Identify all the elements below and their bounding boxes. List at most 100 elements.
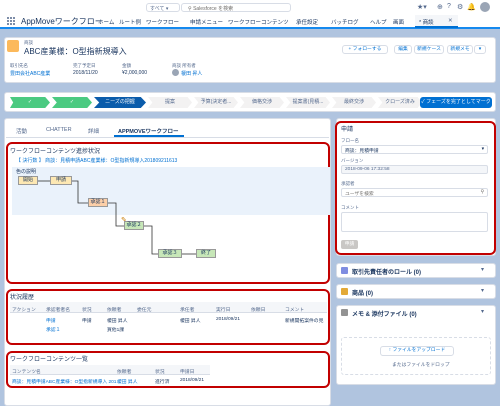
version-label: バージョン bbox=[341, 158, 364, 163]
workflow-status-title: ワークフローコンテンツ進捗状況 bbox=[10, 149, 101, 155]
nav-item-workflow-contents[interactable]: ワークフローコンテンツ bbox=[228, 18, 289, 26]
workflow-node-request[interactable]: 申請 bbox=[50, 176, 72, 185]
history-col-executed-date: 実行日 bbox=[216, 308, 231, 313]
nav-item-route[interactable]: ルート例 bbox=[119, 18, 141, 26]
nav-item-request-menu[interactable]: 申請メニュー bbox=[190, 18, 223, 26]
approver-search-input[interactable]: ユーザを検索 ⚲ bbox=[341, 188, 488, 197]
edit-button[interactable]: 編集 bbox=[394, 45, 412, 54]
contact-roles-menu-icon[interactable]: ▾ bbox=[481, 266, 484, 273]
contents-col-request-date: 申請日 bbox=[180, 370, 195, 375]
search-scope-select[interactable]: すべて ▾ bbox=[146, 3, 180, 12]
workflow-node-approval-1[interactable]: 承認１ bbox=[88, 198, 108, 207]
mark-stage-complete-button[interactable]: ✓ フェーズを完了としてマーク bbox=[420, 97, 492, 108]
history-col-request-date: 依頼日 bbox=[251, 308, 266, 313]
tab-appmove-workflow[interactable]: APPMOVEワークフロー bbox=[118, 127, 179, 135]
nav-tab-opportunity-label: * 商談 bbox=[419, 20, 434, 26]
path-step-complete-2[interactable]: ✓ bbox=[52, 97, 92, 108]
history-row1-comment: 新規開拓案件の見 bbox=[285, 319, 324, 324]
notes-attachments-title[interactable]: メモ & 添付ファイル (0) bbox=[352, 309, 417, 318]
app-name: AppMoveワークフロー bbox=[21, 17, 103, 26]
history-row1-approver[interactable]: 申請 bbox=[46, 317, 56, 324]
upload-files-button[interactable]: ↑ ファイルをアップロード bbox=[380, 346, 454, 356]
more-actions-button[interactable]: ▾ bbox=[474, 45, 486, 54]
application-title: 申請 bbox=[341, 127, 354, 133]
user-avatar[interactable] bbox=[480, 2, 490, 12]
global-search-input[interactable]: ⚲ Salesforce を検索 bbox=[181, 3, 291, 12]
path-step-final[interactable]: 最終交渉 bbox=[332, 97, 376, 108]
contents-col-status: 状況 bbox=[155, 370, 165, 375]
contact-roles-title[interactable]: 取引先責任者のロール (0) bbox=[352, 267, 421, 276]
opportunity-icon bbox=[7, 40, 19, 52]
nav-item-home[interactable]: ホーム bbox=[98, 18, 114, 26]
tab-chatter[interactable]: CHATTER bbox=[46, 127, 72, 133]
products-menu-icon[interactable]: ▾ bbox=[481, 287, 484, 294]
workflow-node-end: 終了 bbox=[196, 249, 216, 258]
approver-label: 承認者 bbox=[341, 181, 355, 186]
history-row1-delegate: 榎田 昇人 bbox=[180, 319, 201, 324]
workflow-contents-list-title: ワークフローコンテンツ一覧 bbox=[10, 357, 89, 363]
products-icon bbox=[341, 288, 348, 295]
nav-item-batch-log[interactable]: バッチログ bbox=[331, 18, 359, 26]
flow-select[interactable]: 商談：見積申請 ▾ bbox=[341, 145, 488, 154]
tab-details[interactable]: 詳細 bbox=[88, 127, 99, 135]
nav-item-screen[interactable]: 画面 bbox=[393, 18, 404, 26]
history-col-requester: 依頼者 bbox=[107, 308, 122, 313]
history-col-approver-name: 承認者者名 bbox=[46, 308, 70, 313]
close-tab-icon[interactable]: ✕ bbox=[448, 18, 453, 24]
path-step-quote[interactable]: 提案書(見積... bbox=[286, 97, 330, 108]
search-scope-label: すべて bbox=[150, 6, 165, 12]
workflow-status-summary[interactable]: 【 決行数 】 商談：見積申請ABC産業様：O型指新規導入20180921161… bbox=[16, 157, 177, 164]
nav-item-workflow[interactable]: ワークフロー bbox=[146, 18, 179, 26]
help-icon[interactable]: ? bbox=[447, 3, 451, 10]
path-step-current[interactable]: ニーズの把握 bbox=[94, 97, 146, 108]
history-col-delegate: 承任者 bbox=[180, 308, 195, 313]
record-header bbox=[4, 37, 496, 83]
nav-item-help[interactable]: ヘルプ bbox=[370, 18, 387, 26]
new-memo-button[interactable]: 新規メモ bbox=[447, 45, 473, 54]
file-drop-zone[interactable] bbox=[341, 337, 491, 375]
history-col-delegate-from: 委任元 bbox=[137, 308, 152, 313]
history-row1-executed-date: 2018/09/21 bbox=[216, 317, 241, 322]
comment-label: コメント bbox=[341, 205, 359, 210]
favorites-icon[interactable]: ★▾ bbox=[417, 3, 427, 11]
history-col-comment: コメント bbox=[285, 308, 305, 313]
history-col-action: アクション bbox=[12, 308, 36, 313]
path-step-complete-1[interactable]: ✓ bbox=[10, 97, 50, 108]
path-step-closed[interactable]: クローズ済み bbox=[378, 97, 422, 108]
path-step-budget[interactable]: 予算(決定者... bbox=[194, 97, 238, 108]
comment-textarea[interactable] bbox=[341, 212, 488, 232]
history-col-status: 状況 bbox=[82, 308, 92, 313]
history-row2-approver[interactable]: 承認１ bbox=[46, 326, 60, 333]
field-value-amount: ¥2,000,000 bbox=[122, 70, 148, 76]
notes-attachments-icon bbox=[341, 309, 348, 316]
new-case-button[interactable]: 新規ケース bbox=[414, 45, 444, 54]
notes-menu-icon[interactable]: ▾ bbox=[481, 308, 484, 315]
tab-activity[interactable]: 活動 bbox=[16, 127, 27, 135]
products-title[interactable]: 商品 (0) bbox=[352, 288, 373, 297]
contents-row-request-date: 2018/09/21 bbox=[180, 378, 205, 383]
tabs-divider bbox=[6, 137, 329, 138]
field-value-owner[interactable]: 榎田 昇人 bbox=[181, 70, 202, 77]
history-row1-requester: 榎田 昇人 bbox=[107, 319, 128, 324]
flow-select-value: 商談：見積申請 bbox=[345, 149, 379, 154]
nav-item-delegate-settings[interactable]: 承任設定 bbox=[296, 18, 318, 26]
version-field: 2018-09-06 17:32:58 bbox=[341, 165, 488, 174]
path-step-proposal[interactable]: 提案 bbox=[148, 97, 192, 108]
submit-application-button[interactable]: 申請 bbox=[341, 240, 358, 249]
contents-row-requester[interactable]: 榎田 昇人 bbox=[117, 378, 138, 385]
field-value-close-date: 2018/11/20 bbox=[73, 70, 98, 76]
add-icon[interactable]: ⊕ bbox=[437, 3, 443, 11]
path-step-price[interactable]: 価格交渉 bbox=[240, 97, 284, 108]
contents-col-name: コンテンツ名 bbox=[12, 370, 41, 375]
contents-row-status: 進行済 bbox=[155, 380, 170, 385]
contents-col-requester: 依頼者 bbox=[117, 370, 132, 375]
contents-row-name[interactable]: 商談：見積申請ABC産業様：O型指新規導入 201... bbox=[12, 378, 120, 385]
status-history-title: 状況履歴 bbox=[10, 295, 35, 301]
notification-bell-icon[interactable]: 🔔 bbox=[467, 3, 476, 11]
workflow-node-approval-3[interactable]: 承認３ bbox=[158, 249, 182, 258]
setup-gear-icon[interactable]: ⚙ bbox=[457, 3, 463, 11]
app-launcher-icon[interactable] bbox=[6, 16, 16, 26]
follow-button[interactable]: + フォローする bbox=[342, 45, 388, 54]
field-value-account[interactable]: 豊田会社ABC産業 bbox=[10, 70, 50, 77]
workflow-node-approval-2[interactable]: 承認２ bbox=[124, 221, 144, 230]
